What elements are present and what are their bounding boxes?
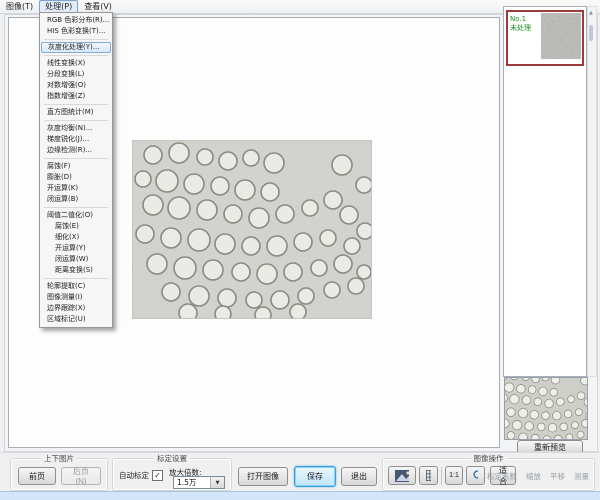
menu-item-distance[interactable]: 距离变换(S) — [40, 265, 112, 276]
menu-item-linear[interactable]: 线性变换(X) — [40, 58, 112, 69]
menu-item-edge[interactable]: 边缘检测(R)... — [40, 145, 112, 156]
zoom-button[interactable] — [466, 466, 485, 485]
particle-image — [133, 141, 371, 318]
calibration-group-title: 标定设置 — [154, 454, 190, 463]
menu-item-bin-erode[interactable]: 腐蚀(E) — [40, 221, 112, 232]
menu-item-gray[interactable]: 灰度化处理(Y)... — [41, 42, 111, 53]
menu-item-his[interactable]: HIS 色彩变换(T)... — [40, 26, 112, 37]
menu-item-region[interactable]: 区域标记(U) — [40, 314, 112, 325]
menu-separator — [44, 158, 108, 159]
view-group-title: 图像操作 — [471, 454, 507, 463]
menu-item-exp[interactable]: 指数增强(Z) — [40, 91, 112, 102]
zoom-tool-button[interactable]: 缩放 — [526, 471, 541, 482]
menu-item-dilate[interactable]: 膨胀(D) — [40, 172, 112, 183]
menu-item-histogram[interactable]: 直方图统计(M) — [40, 107, 112, 118]
magnification-value: 1.5万 — [174, 477, 210, 488]
magnification-select[interactable]: 1.5万 ▼ — [173, 476, 225, 489]
magnifier-icon — [473, 470, 478, 481]
menu-item-bin-thin[interactable]: 细化(X) — [40, 232, 112, 243]
page-group: 上下图片 前页 后页(N) — [10, 458, 108, 491]
next-page-button[interactable]: 后页(N) — [61, 467, 101, 485]
menu-item-equalize[interactable]: 灰度均衡(N)... — [40, 123, 112, 134]
menu-item-close-op[interactable]: 闭运算(B) — [40, 194, 112, 205]
toolbar-divider — [441, 467, 442, 485]
calibration-group: 标定设置 自动标定 ✓ 放大倍数: 1.5万 ▼ — [112, 458, 232, 491]
auto-calib-checkbox[interactable]: ✓ — [152, 470, 163, 481]
pan-tool-button[interactable]: 平移 — [550, 471, 565, 482]
menu-item-boundary[interactable]: 边界跟踪(X) — [40, 303, 112, 314]
zoom-ratio-button[interactable]: 1:1 — [445, 466, 463, 485]
menu-separator — [44, 120, 108, 121]
menu-item-piecewise[interactable]: 分段变换(L) — [40, 69, 112, 80]
menu-separator — [44, 104, 108, 105]
open-image-button[interactable]: 打开图像 — [238, 467, 288, 486]
menu-item-log[interactable]: 对数增强(O) — [40, 80, 112, 91]
exit-button[interactable]: 退出 — [341, 467, 377, 486]
auto-calib-row: 自动标定 ✓ — [119, 470, 163, 481]
menu-item-open-op[interactable]: 开运算(K) — [40, 183, 112, 194]
menu-item-bin-open[interactable]: 开运算(Y) — [40, 243, 112, 254]
page-group-title: 上下图片 — [41, 454, 77, 463]
menu-item-erode[interactable]: 腐蚀(F) — [40, 161, 112, 172]
menu-separator — [44, 278, 108, 279]
menu-item-rgb[interactable]: RGB 色彩分布(R)... — [40, 15, 112, 26]
menu-item-bin-close[interactable]: 闭运算(W) — [40, 254, 112, 265]
menu-separator — [44, 39, 108, 40]
view-group: 图像操作 1:1 — [382, 458, 595, 491]
list-scrollbar[interactable]: ▲ — [587, 6, 597, 377]
measure-tool-button[interactable]: 测量 — [574, 471, 589, 482]
menu-separator — [44, 207, 108, 208]
chevron-down-icon[interactable]: ▼ — [210, 477, 224, 488]
menu-item-sharpen[interactable]: 梯度锐化(J)... — [40, 134, 112, 145]
scroll-up-icon[interactable]: ▲ — [589, 10, 593, 16]
scrollbar-thumb[interactable] — [589, 25, 593, 41]
grid-icon — [426, 470, 431, 481]
process-menu-popup: RGB 色彩分布(R)... HIS 色彩变换(T)... 灰度化处理(Y)..… — [39, 12, 113, 328]
list-item[interactable]: No.1 未处理 — [506, 10, 584, 66]
save-button[interactable]: 保存 — [294, 466, 336, 487]
menu-item-contour[interactable]: 轮廓提取(C) — [40, 281, 112, 292]
menu-item-measure[interactable]: 图像测量(I) — [40, 292, 112, 303]
image-mode-button[interactable] — [388, 466, 416, 485]
grid-view-button[interactable] — [419, 466, 438, 485]
list-item-thumbnail — [541, 13, 581, 59]
menu-item-threshold[interactable]: 阈值二值化(O) — [40, 210, 112, 221]
preview-thumbnail — [504, 377, 588, 440]
list-item-status: 未处理 — [510, 24, 539, 33]
auto-calib-label: 自动标定 — [119, 470, 149, 481]
calib-coeff-button[interactable]: 标定系数 — [487, 471, 517, 482]
list-item-number: No.1 — [510, 15, 539, 24]
bottom-toolbar: 上下图片 前页 后页(N) 标定设置 自动标定 ✓ 放大倍数: 1.5万 ▼ 打… — [0, 452, 600, 492]
list-item-info: No.1 未处理 — [508, 12, 540, 64]
image-list[interactable]: No.1 未处理 — [503, 6, 587, 377]
menu-separator — [44, 55, 108, 56]
prev-page-button[interactable]: 前页 — [18, 467, 56, 485]
picture-icon — [395, 470, 409, 482]
menu-image[interactable]: 图像(T) — [0, 0, 39, 13]
